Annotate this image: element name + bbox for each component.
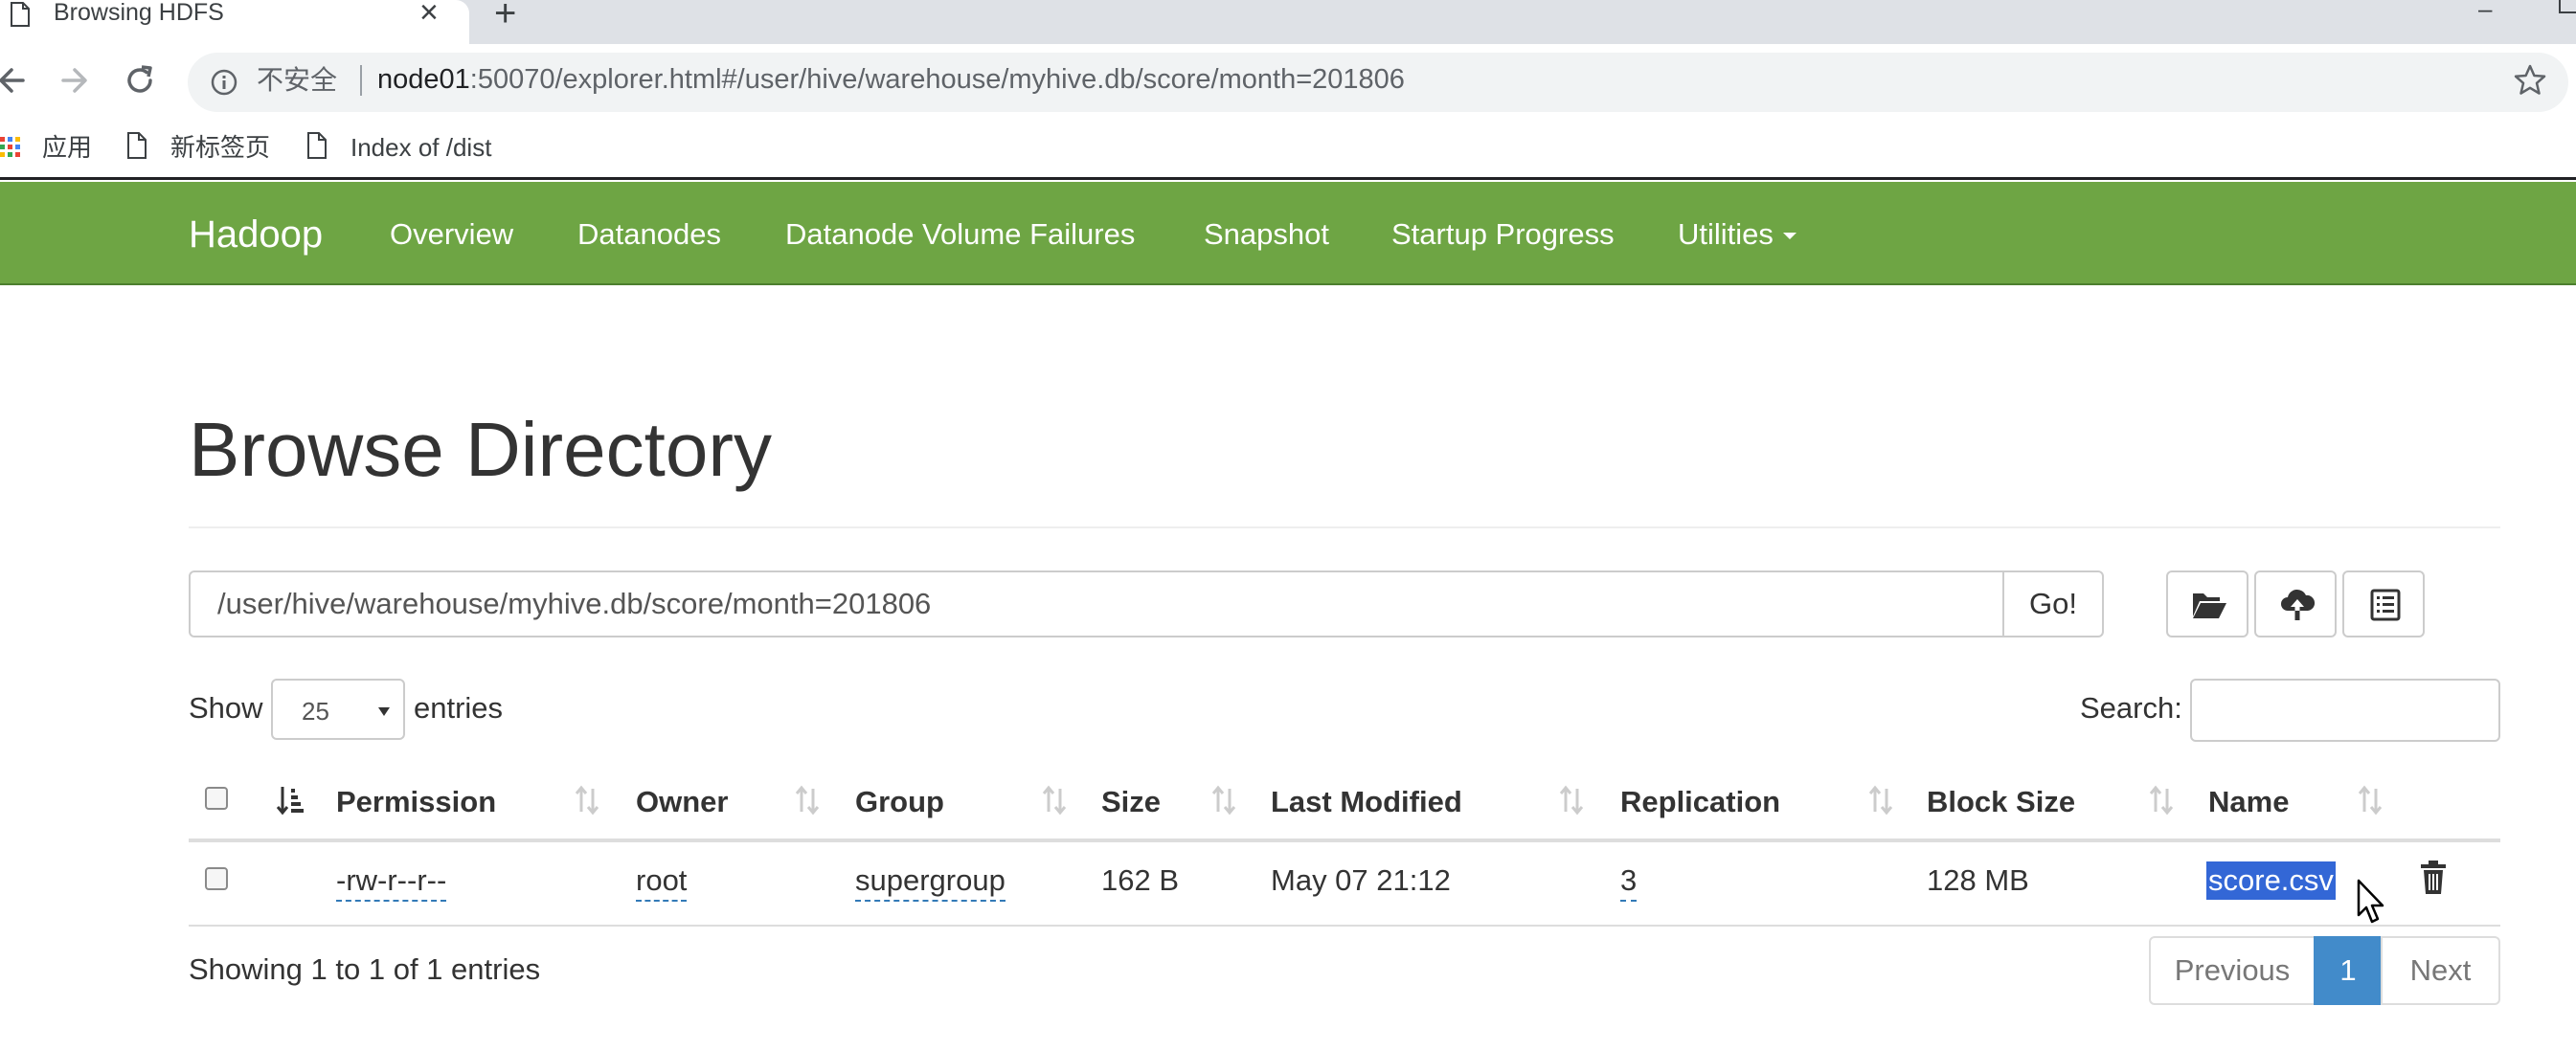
column-header-replication[interactable]: Replication <box>1620 783 1780 821</box>
sort-ascending-icon[interactable] <box>276 781 305 819</box>
go-button[interactable]: Go! <box>2002 570 2104 637</box>
cell-last-modified: May 07 21:12 <box>1271 863 1451 897</box>
upload-files-button[interactable] <box>2254 570 2337 637</box>
directory-path-input[interactable] <box>189 570 2004 637</box>
nav-snapshot[interactable]: Snapshot <box>1204 214 1329 255</box>
cell-owner[interactable]: root <box>636 861 688 902</box>
table-info: Showing 1 to 1 of 1 entries <box>189 952 541 986</box>
column-header-size[interactable]: Size <box>1101 783 1161 821</box>
sort-icon[interactable] <box>1557 781 1586 819</box>
sort-icon[interactable] <box>573 781 601 819</box>
entries-per-page-select[interactable]: 25 <box>271 679 405 740</box>
forward-arrow-icon[interactable] <box>56 61 94 100</box>
page-icon <box>307 132 327 159</box>
sort-icon[interactable] <box>1040 781 1069 819</box>
column-header-permission[interactable]: Permission <box>336 783 496 821</box>
sort-icon[interactable] <box>1866 781 1895 819</box>
window-maximize-button[interactable] <box>2559 0 2576 13</box>
row-checkbox[interactable] <box>205 867 228 890</box>
back-arrow-icon[interactable] <box>0 61 33 100</box>
page-icon <box>11 2 30 27</box>
cell-group[interactable]: supergroup <box>855 861 1006 902</box>
column-header-owner[interactable]: Owner <box>636 783 728 821</box>
insecure-label[interactable]: 不安全 <box>257 63 337 98</box>
bookmark-new-tab[interactable]: 新标签页 <box>170 128 270 167</box>
address-divider <box>360 65 362 96</box>
column-header-last-modified[interactable]: Last Modified <box>1271 783 1462 821</box>
window-minimize-button[interactable]: – <box>2478 0 2492 24</box>
mouse-cursor-icon <box>2357 879 2384 924</box>
navbar-brand[interactable]: Hadoop <box>189 211 323 258</box>
search-input[interactable] <box>2190 679 2500 742</box>
column-header-group[interactable]: Group <box>855 783 944 821</box>
nav-datanodes[interactable]: Datanodes <box>577 214 721 255</box>
entries-per-page-value: 25 <box>302 697 329 726</box>
table-row-divider <box>189 925 2500 927</box>
cell-replication[interactable]: 3 <box>1620 861 1638 902</box>
reload-icon[interactable] <box>121 61 159 100</box>
sort-icon[interactable] <box>2147 781 2176 819</box>
cloud-upload-icon <box>2281 589 2316 620</box>
bookmark-star-icon[interactable] <box>2513 63 2547 98</box>
tab-close-icon[interactable]: × <box>419 0 439 29</box>
bookmark-apps[interactable]: 应用 <box>42 128 92 167</box>
pagination-page-1[interactable]: 1 <box>2314 936 2383 1005</box>
sort-icon[interactable] <box>793 781 822 819</box>
table-header-divider <box>189 839 2500 842</box>
column-header-block-size[interactable]: Block Size <box>1927 783 2075 821</box>
nav-overview[interactable]: Overview <box>390 214 513 255</box>
cell-name-link[interactable]: score.csv <box>2206 861 2336 900</box>
nav-utilities-label: Utilities <box>1678 217 1774 251</box>
column-header-name[interactable]: Name <box>2208 783 2289 821</box>
create-directory-button[interactable] <box>2166 570 2248 637</box>
sort-icon[interactable] <box>2356 781 2384 819</box>
entries-label: entries <box>414 691 504 725</box>
nav-utilities-dropdown[interactable]: Utilities <box>1678 214 1796 255</box>
cell-size: 162 B <box>1101 863 1180 897</box>
search-label: Search: <box>2080 691 2182 725</box>
info-icon[interactable] <box>209 67 239 98</box>
browser-tab[interactable]: Browsing HDFS × <box>0 0 469 44</box>
folder-open-icon <box>2193 593 2226 618</box>
sort-icon[interactable] <box>1209 781 1238 819</box>
url-host: node01 <box>377 64 470 95</box>
nav-datanode-volume-failures[interactable]: Datanode Volume Failures <box>785 214 1135 255</box>
list-alt-icon <box>2370 589 2401 621</box>
pagination-next[interactable]: Next <box>2381 936 2500 1005</box>
tab-title: Browsing HDFS <box>54 0 224 26</box>
show-label: Show <box>189 691 263 725</box>
caret-down-icon <box>1782 233 1796 240</box>
select-all-checkbox[interactable] <box>205 787 228 810</box>
nav-startup-progress[interactable]: Startup Progress <box>1391 214 1615 255</box>
url-text[interactable]: node01:50070/explorer.html#/user/hive/wa… <box>377 61 1405 98</box>
cell-block-size: 128 MB <box>1927 863 2029 897</box>
new-tab-button[interactable]: + <box>494 0 516 33</box>
page-icon <box>127 132 147 159</box>
trash-icon[interactable] <box>2419 860 2448 896</box>
bookmark-index-of-dist[interactable]: Index of /dist <box>350 128 491 167</box>
cell-permission[interactable]: -rw-r--r-- <box>336 861 447 902</box>
chevron-down-icon <box>378 707 390 716</box>
pagination-previous[interactable]: Previous <box>2149 936 2316 1005</box>
apps-grid-icon[interactable] <box>0 134 21 159</box>
title-divider <box>189 526 2500 528</box>
url-path: :50070/explorer.html#/user/hive/warehous… <box>469 64 1405 95</box>
page-title: Browse Directory <box>189 407 773 492</box>
cut-paste-button[interactable] <box>2342 570 2425 637</box>
